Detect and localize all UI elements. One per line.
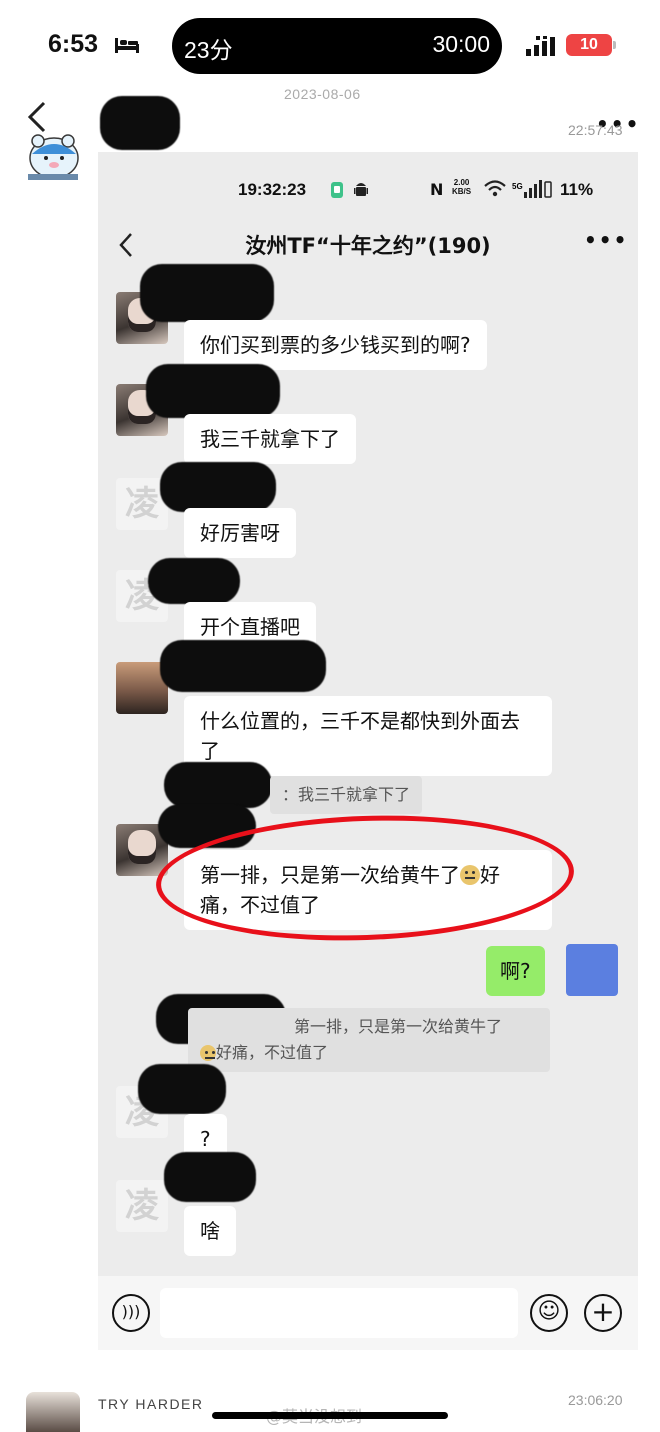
redaction-mark — [138, 1064, 226, 1114]
redaction-mark — [146, 364, 280, 418]
message-bubble[interactable]: 你们买到票的多少钱买到的啊? — [184, 320, 487, 370]
chat-screenshot: 19:32:23 N 2.00 KB/S 5G 11% 汝州TF“十年之约”(1… — [98, 152, 638, 1350]
voice-input-icon[interactable]: ))) — [112, 1294, 150, 1332]
message-bubble[interactable]: 啥 — [184, 1206, 236, 1256]
redaction-mark — [160, 462, 276, 512]
inner-status-time: 19:32:23 — [238, 180, 307, 199]
bear-avatar-icon[interactable] — [24, 128, 82, 182]
island-left-text: 23分 — [184, 37, 233, 63]
redaction-mark — [160, 640, 326, 692]
message-input[interactable] — [160, 1288, 518, 1338]
redaction-mark — [100, 96, 180, 150]
add-attachment-icon[interactable]: + — [584, 1294, 622, 1332]
status-bar: 6:53 23分 30:00 10 — [0, 0, 660, 92]
my-message-bubble[interactable]: 啊? — [486, 946, 545, 996]
nfc-icon: N — [430, 180, 444, 199]
inner-status-bar: 19:32:23 N 2.00 KB/S 5G 11% — [98, 152, 638, 226]
cellular-signal-icon — [526, 36, 555, 56]
message-bubble[interactable]: 我三千就拿下了 — [184, 414, 356, 464]
my-avatar[interactable] — [566, 944, 618, 996]
redaction-mark — [140, 264, 274, 322]
grimace-emoji-icon — [200, 1045, 216, 1061]
wifi-icon — [484, 180, 506, 197]
quoted-message[interactable]: 第一排，只是第一次给黄牛了 好痛，不过值了 — [188, 1008, 550, 1072]
chat-title: 汝州TF“十年之约”(190) — [245, 234, 491, 258]
avatar[interactable]: 凌 — [116, 1180, 168, 1232]
message-bubble[interactable]: 好厉害呀 — [184, 508, 296, 558]
battery-indicator: 10 — [566, 34, 616, 56]
redaction-mark — [148, 558, 240, 604]
cellular-5g-icon: 5G — [512, 180, 552, 198]
app-notification-icon — [331, 182, 343, 198]
next-post-username[interactable]: TRY HARDER — [98, 1396, 204, 1412]
island-timer: 30:00 — [432, 31, 490, 57]
android-icon — [354, 183, 368, 196]
chat-more-icon[interactable]: ••• — [584, 228, 628, 252]
chat-header: 汝州TF“十年之约”(190) ••• — [98, 224, 638, 264]
quoted-message[interactable]: ：我三千就拿下了 — [270, 776, 423, 814]
network-speed: 2.00 KB/S — [452, 178, 472, 196]
quote-line: 第一排，只是第一次给黄牛了 — [294, 1017, 503, 1036]
post-date: 2023-08-06 — [284, 86, 361, 102]
redaction-mark — [164, 762, 272, 808]
message-input-bar: ))) ☺ + — [98, 1276, 638, 1350]
svg-text:5G: 5G — [512, 182, 523, 191]
post-time: 22:57:43 — [568, 122, 623, 138]
home-indicator[interactable] — [212, 1412, 448, 1419]
next-post-time: 23:06:20 — [568, 1392, 623, 1408]
next-post-avatar[interactable] — [26, 1392, 80, 1432]
quote-line: 好痛，不过值了 — [216, 1043, 329, 1062]
sleep-focus-icon — [115, 38, 139, 53]
inner-battery-percent: 11% — [560, 180, 594, 199]
emoji-picker-icon[interactable]: ☺ — [530, 1294, 568, 1332]
status-time: 6:53 — [48, 30, 99, 58]
dynamic-island[interactable]: 23分 30:00 — [172, 18, 502, 74]
redaction-mark — [164, 1152, 256, 1202]
